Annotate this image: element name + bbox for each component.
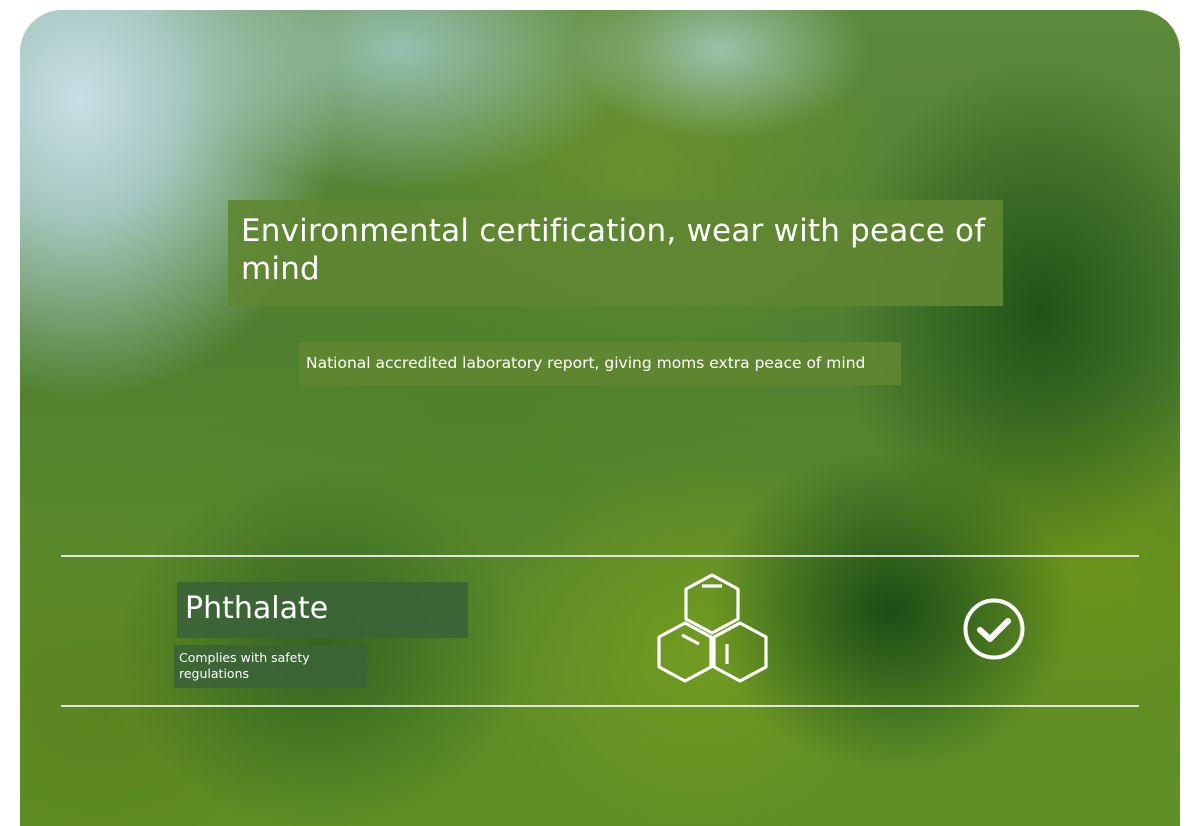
feature-description: Complies with safety regulations <box>179 650 310 681</box>
divider-top <box>61 555 1139 557</box>
molecule-hexagon-icon <box>657 573 768 683</box>
subtitle-banner: National accredited laboratory report, g… <box>299 342 901 385</box>
page-subtitle: National accredited laboratory report, g… <box>306 354 866 372</box>
checkmark-circle-icon <box>963 598 1025 660</box>
feature-name-banner: Phthalate <box>177 582 468 638</box>
divider-bottom <box>61 705 1139 707</box>
page-title: Environmental certification, wear with p… <box>241 213 986 287</box>
feature-name: Phthalate <box>185 591 329 626</box>
certification-panel: Environmental certification, wear with p… <box>20 10 1180 826</box>
title-banner: Environmental certification, wear with p… <box>228 200 1003 306</box>
feature-description-banner: Complies with safety regulations <box>174 645 367 688</box>
